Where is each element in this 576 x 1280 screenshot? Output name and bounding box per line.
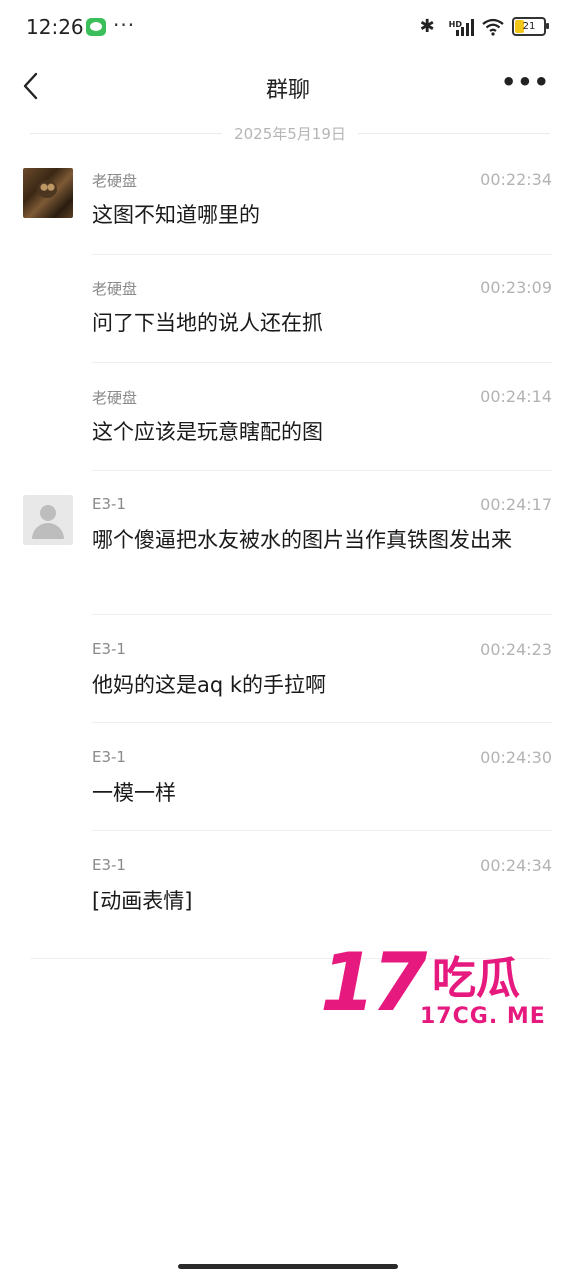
sender-name: E3-1 [92, 748, 126, 766]
message-time: 00:24:14 [480, 387, 552, 406]
message-divider [92, 254, 552, 255]
sender-name: 老硬盘 [92, 280, 138, 298]
wechat-notification-icon [86, 18, 106, 36]
status-time: 12:26 [26, 15, 84, 39]
message-text: [动画表情] [92, 889, 193, 913]
message-divider [92, 470, 552, 471]
message-item[interactable]: E3-1 00:24:30 一模一样 [0, 746, 576, 832]
message-text: 他妈的这是aq k的手拉啊 [92, 673, 327, 697]
message-divider [92, 614, 552, 615]
message-item[interactable]: 老硬盘 00:24:14 这个应该是玩意瞎配的图 [0, 385, 576, 471]
hd-icon: HD [448, 19, 462, 29]
battery-icon: 21 [512, 17, 549, 36]
message-text: 一模一样 [92, 781, 176, 805]
avatar[interactable] [23, 168, 73, 218]
message-item[interactable]: E3-1 00:24:17 哪个傻逼把水友被水的图片当作真铁图发出来 [0, 493, 576, 613]
nav-bar: 群聊 ••• [0, 58, 576, 114]
home-indicator[interactable] [178, 1264, 398, 1269]
message-time: 00:22:34 [480, 170, 552, 189]
message-time: 00:24:34 [480, 856, 552, 875]
watermark-number: 17 [320, 936, 427, 1029]
user-icon [40, 505, 56, 521]
message-divider [92, 830, 552, 831]
message-item[interactable]: E3-1 00:24:23 他妈的这是aq k的手拉啊 [0, 638, 576, 724]
watermark-logo: 17 吃瓜 17CG. ME [320, 938, 560, 1038]
sender-name: E3-1 [92, 640, 126, 658]
watermark-url: 17CG. ME [420, 1004, 546, 1029]
message-divider [92, 362, 552, 363]
date-label: 2025年5月19日 [222, 125, 358, 143]
message-text: 这图不知道哪里的 [92, 203, 260, 227]
message-divider [92, 722, 552, 723]
date-separator: 2025年5月19日 [30, 122, 550, 146]
message-text: 哪个傻逼把水友被水的图片当作真铁图发出来 [92, 528, 512, 552]
message-time: 00:23:09 [480, 278, 552, 297]
watermark-chinese: 吃瓜 [432, 953, 520, 1004]
status-icons: ✱ HD 21 [419, 16, 549, 37]
status-bar: 12:26 ··· ✱ HD 21 [0, 0, 576, 58]
more-options-button[interactable]: ••• [501, 68, 550, 96]
more-notifications-icon: ··· [113, 13, 136, 37]
sender-name: E3-1 [92, 856, 126, 874]
sender-name: E3-1 [92, 495, 126, 513]
message-item[interactable]: E3-1 00:24:34 [动画表情] [0, 854, 576, 940]
message-text: 这个应该是玩意瞎配的图 [92, 420, 323, 444]
message-time: 00:24:30 [480, 748, 552, 767]
message-text: 问了下当地的说人还在抓 [92, 311, 323, 335]
sender-name: 老硬盘 [92, 172, 138, 190]
message-item[interactable]: 老硬盘 00:23:09 问了下当地的说人还在抓 [0, 276, 576, 362]
bluetooth-icon: ✱ [419, 16, 435, 37]
message-time: 00:24:17 [480, 495, 552, 514]
wifi-icon [482, 18, 504, 36]
message-time: 00:24:23 [480, 640, 552, 659]
sender-name: 老硬盘 [92, 389, 138, 407]
battery-level: 21 [522, 21, 536, 32]
avatar[interactable] [23, 495, 73, 545]
message-item[interactable]: 老硬盘 00:22:34 这图不知道哪里的 [0, 168, 576, 254]
page-title: 群聊 [265, 78, 310, 103]
